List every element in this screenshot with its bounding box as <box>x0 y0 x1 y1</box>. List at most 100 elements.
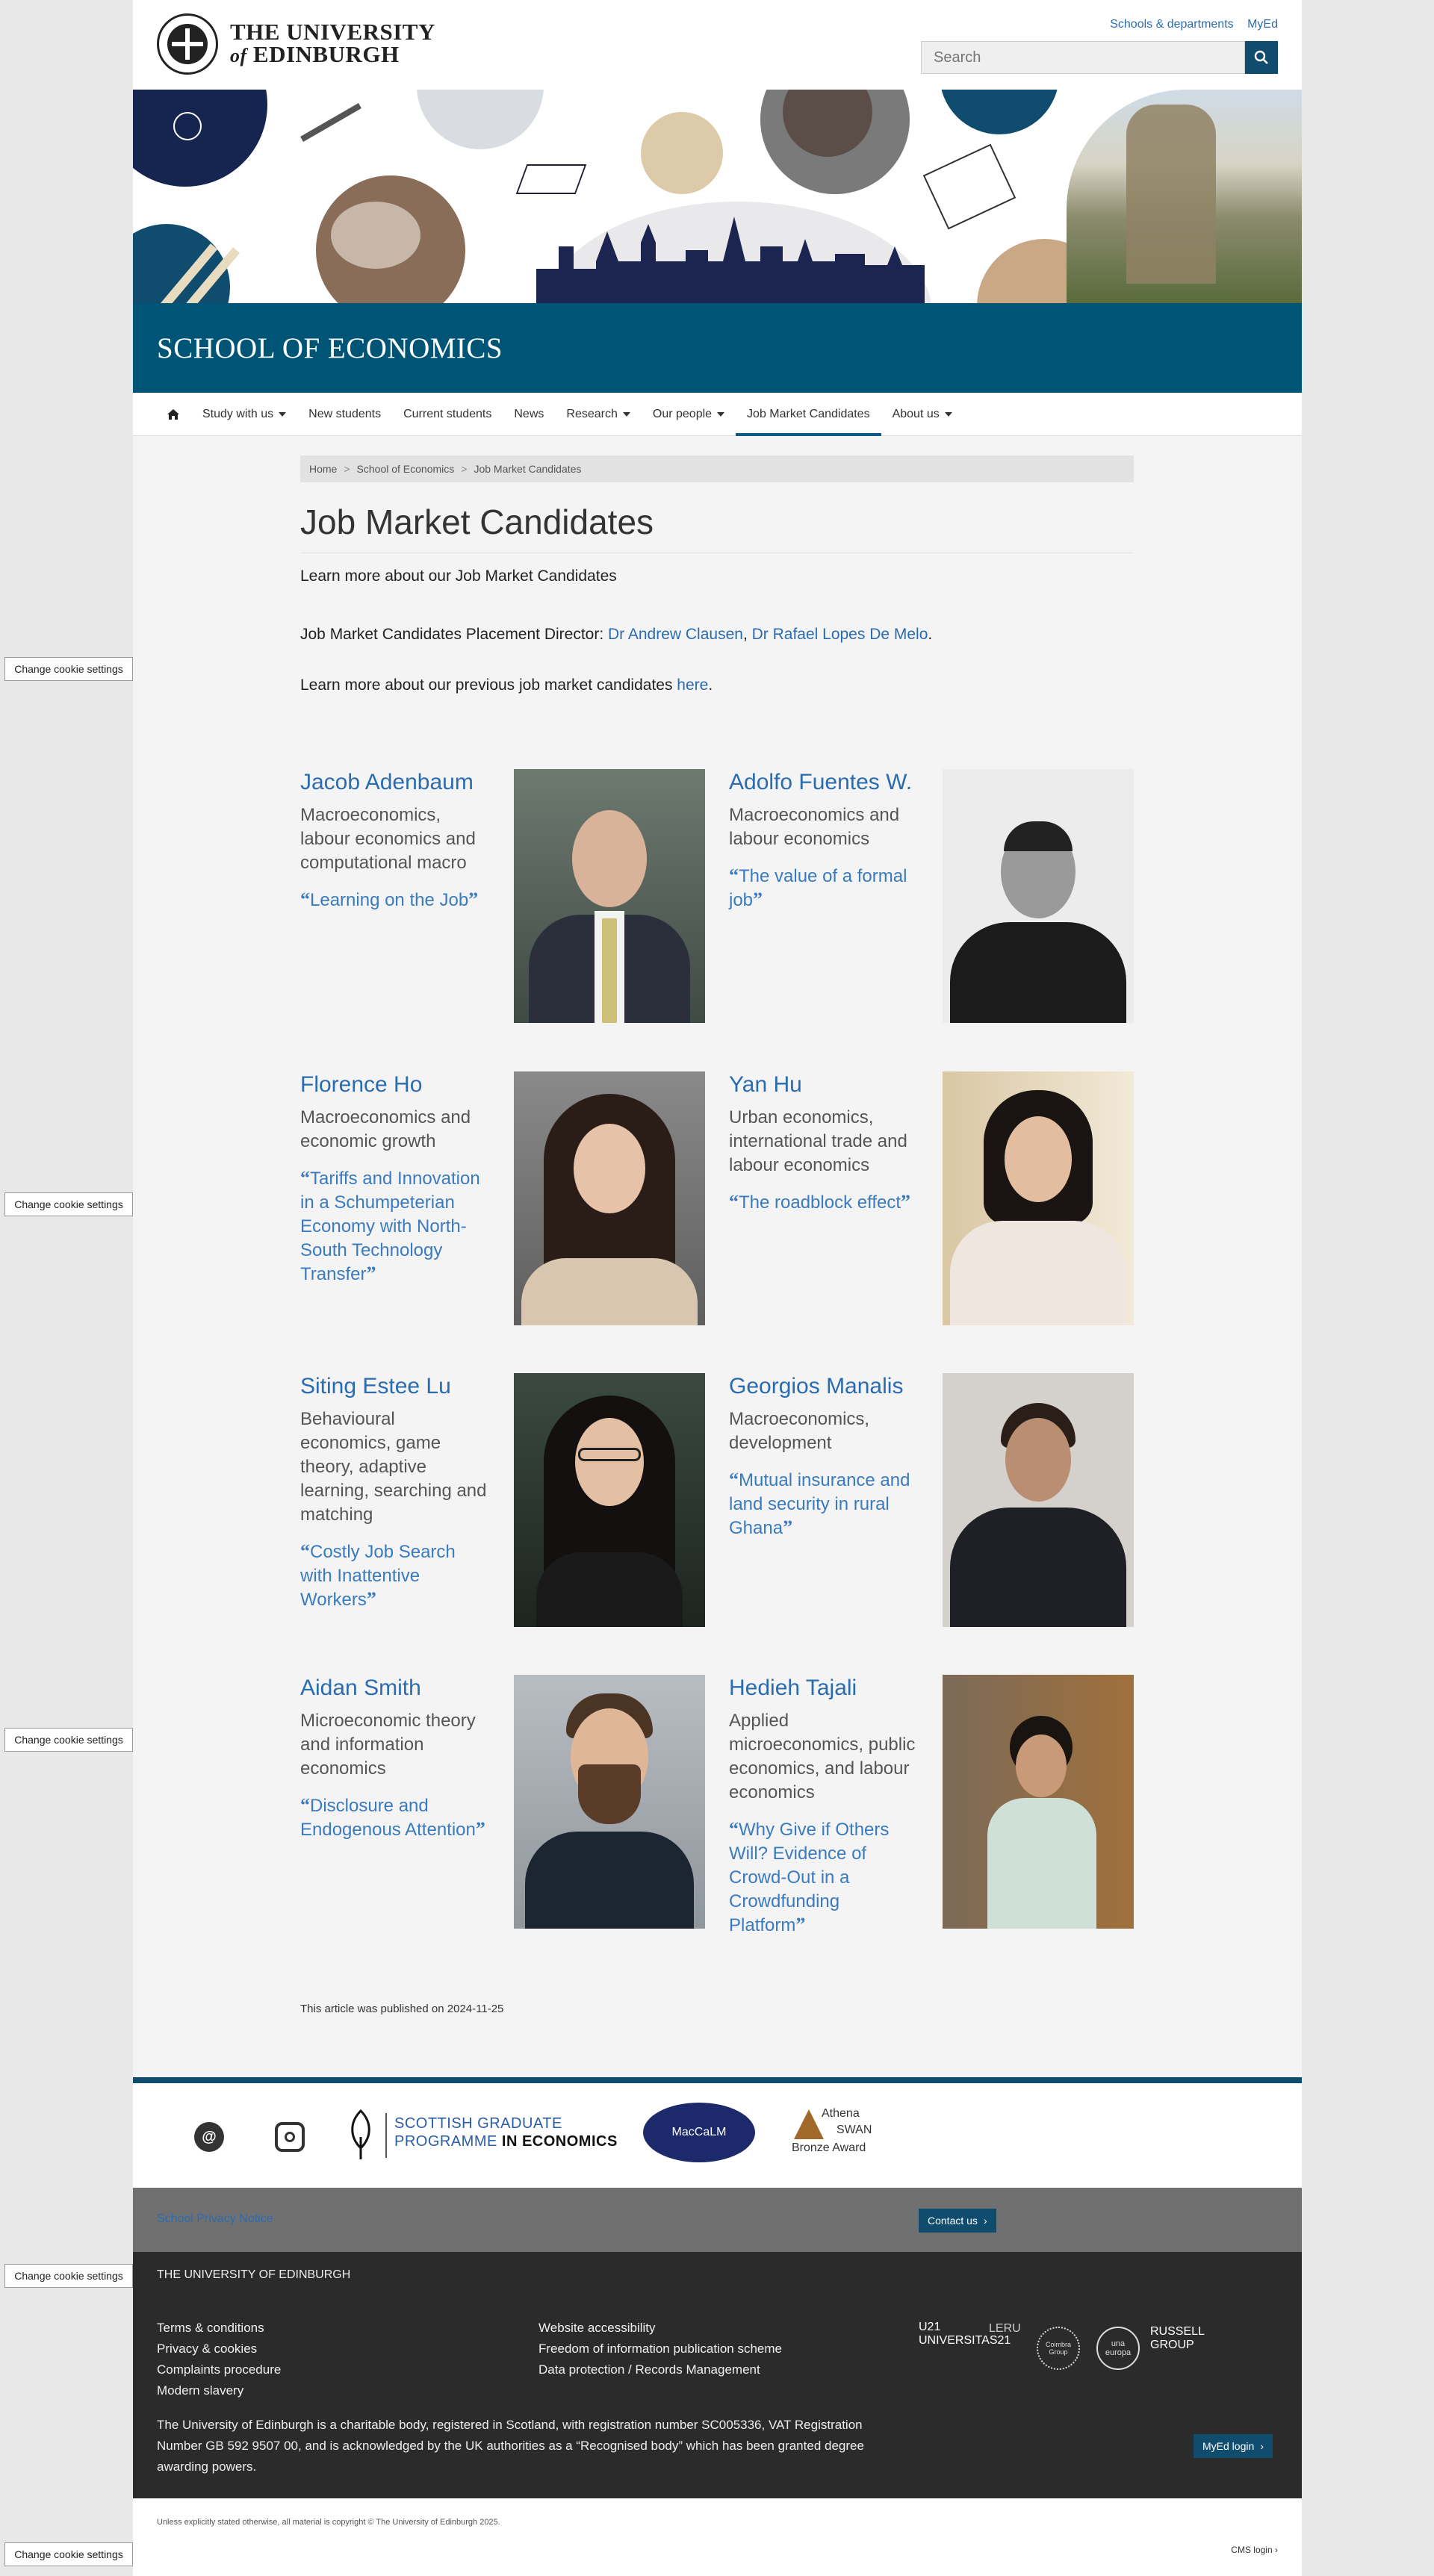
candidate-name[interactable]: Jacob Adenbaum <box>300 770 474 794</box>
candidate-name[interactable]: Aidan Smith <box>300 1676 421 1700</box>
myed-login-button[interactable]: MyEd login › <box>1194 2434 1273 2458</box>
previous-candidates-link[interactable]: here <box>677 676 708 694</box>
search-button[interactable] <box>1245 41 1278 74</box>
paper-title-link[interactable]: “The roadblock effect” <box>729 1191 916 1215</box>
una-europa-logo[interactable]: una europa <box>1096 2327 1140 2370</box>
myed-link[interactable]: MyEd <box>1247 18 1278 31</box>
breadcrumb-current: Job Market Candidates <box>474 463 582 475</box>
paper-title-link[interactable]: “Mutual insurance and land security in r… <box>729 1469 916 1540</box>
nav-about-us[interactable]: About us <box>881 393 963 436</box>
candidate-photo[interactable] <box>943 1373 1134 1627</box>
accessibility-link[interactable]: Website accessibility <box>538 2318 782 2339</box>
footer-links-col2: Website accessibility Freedom of informa… <box>538 2318 782 2380</box>
candidate-name[interactable]: Yan Hu <box>729 1072 802 1097</box>
candidate-photo[interactable] <box>943 1071 1134 1325</box>
search-form <box>921 41 1278 74</box>
nav-new-students[interactable]: New students <box>297 393 392 436</box>
candidate-name[interactable]: Georgios Manalis <box>729 1374 903 1399</box>
school-privacy-notice-link[interactable]: School Privacy Notice <box>157 2212 273 2226</box>
athena-swan-logo[interactable]: Athena SWAN Bronze Award <box>790 2106 895 2165</box>
nav-our-people[interactable]: Our people <box>642 393 736 436</box>
cookie-settings-button[interactable]: Change cookie settings <box>4 1728 133 1752</box>
instagram-icon[interactable] <box>275 2122 305 2152</box>
cookie-settings-button[interactable]: Change cookie settings <box>4 657 133 681</box>
paper-title-link[interactable]: “The value of a formal job” <box>729 865 916 912</box>
site-header: THE UNIVERSITY of EDINBURGH Schools & de… <box>133 0 1302 90</box>
close-quote-icon: ” <box>753 889 763 910</box>
candidate-field: Macroeconomics, labour economics and com… <box>300 805 476 873</box>
open-quote-icon: “ <box>729 1191 739 1213</box>
contact-us-button[interactable]: Contact us › <box>919 2209 996 2233</box>
home-nav-link[interactable] <box>155 393 191 436</box>
school-title[interactable]: SCHOOL OF ECONOMICS <box>157 332 503 365</box>
cookie-settings-button[interactable]: Change cookie settings <box>4 1192 133 1216</box>
chevron-right-icon: › <box>1260 2440 1264 2452</box>
chevron-right-icon: › <box>983 2215 987 2227</box>
director-link[interactable]: Dr Rafael Lopes De Melo <box>752 626 928 643</box>
coimbra-group-logo[interactable]: Coimbra Group <box>1037 2327 1080 2370</box>
caret-down-icon <box>279 411 287 417</box>
candidate-name[interactable]: Siting Estee Lu <box>300 1374 451 1399</box>
paper-title-link[interactable]: “Disclosure and Endogenous Attention” <box>300 1794 487 1842</box>
open-quote-icon: “ <box>300 1540 310 1562</box>
cookie-settings-button[interactable]: Change cookie settings <box>4 2264 133 2288</box>
director-link[interactable]: Dr Andrew Clausen <box>608 626 743 643</box>
privacy-cookies-link[interactable]: Privacy & cookies <box>157 2339 281 2359</box>
nav-study-with-us[interactable]: Study with us <box>191 393 297 436</box>
modern-slavery-link[interactable]: Modern slavery <box>157 2380 281 2401</box>
candidate-card: Siting Estee Lu Behavioural economics, g… <box>300 1373 717 1627</box>
banner-illustration <box>133 90 1302 303</box>
footer-university-name: THE UNIVERSITY OF EDINBURGH <box>157 2268 351 2281</box>
sgpe-logo[interactable]: SCOTTISH GRADUATE PROGRAMME IN ECONOMICS <box>342 2107 618 2161</box>
university-crest-logo[interactable] <box>157 13 218 75</box>
school-footer: School Privacy Notice Contact us › <box>133 2188 1302 2252</box>
paper-title-link[interactable]: “Tariffs and Innovation in a Schumpeteri… <box>300 1167 487 1287</box>
breadcrumb-home[interactable]: Home <box>309 463 337 475</box>
paper-title-link[interactable]: “Why Give if Others Will? Evidence of Cr… <box>729 1818 916 1938</box>
close-quote-icon: ” <box>366 1588 376 1610</box>
chevron-right-icon: › <box>1275 2545 1278 2555</box>
paper-title-link[interactable]: “Costly Job Search with Inattentive Work… <box>300 1540 487 1612</box>
open-quote-icon: “ <box>300 1794 310 1816</box>
schools-departments-link[interactable]: Schools & departments <box>1110 18 1233 31</box>
terms-link[interactable]: Terms & conditions <box>157 2318 281 2339</box>
breadcrumb-school[interactable]: School of Economics <box>357 463 455 475</box>
candidate-photo[interactable] <box>514 1071 705 1325</box>
nav-news[interactable]: News <box>503 393 555 436</box>
university-wordmark[interactable]: THE UNIVERSITY of EDINBURGH <box>230 20 435 67</box>
previous-candidates-text: Learn more about our previous job market… <box>300 676 713 694</box>
candidate-name[interactable]: Florence Ho <box>300 1072 422 1097</box>
open-quote-icon: “ <box>729 865 739 886</box>
nav-current-students[interactable]: Current students <box>392 393 503 436</box>
open-quote-icon: “ <box>729 1469 739 1490</box>
candidate-photo[interactable] <box>943 1675 1134 1929</box>
nav-job-market-candidates[interactable]: Job Market Candidates <box>736 393 881 436</box>
edinburgh-skyline <box>536 217 925 303</box>
candidate-photo[interactable] <box>514 1675 705 1929</box>
search-input[interactable] <box>921 41 1245 74</box>
candidate-photo[interactable] <box>943 769 1134 1023</box>
paper-title-link[interactable]: “Learning on the Job” <box>300 889 487 912</box>
candidate-photo[interactable] <box>514 769 705 1023</box>
leru-logo[interactable]: LERU <box>989 2322 1021 2336</box>
cms-login-link[interactable]: CMS login › <box>1231 2545 1278 2555</box>
school-title-bar: SCHOOL OF ECONOMICS <box>133 303 1302 393</box>
maccalm-logo[interactable]: MacCaLM <box>643 2103 755 2162</box>
email-icon[interactable]: @ <box>194 2122 224 2152</box>
university-footer: THE UNIVERSITY OF EDINBURGH Terms & cond… <box>133 2252 1302 2498</box>
home-icon <box>167 408 179 420</box>
candidate-card: Hedieh Tajali Applied microeconomics, pu… <box>729 1675 1146 1935</box>
candidate-photo[interactable] <box>514 1373 705 1627</box>
cookie-settings-button[interactable]: Change cookie settings <box>4 2542 133 2566</box>
nav-research[interactable]: Research <box>555 393 641 436</box>
foi-link[interactable]: Freedom of information publication schem… <box>538 2339 782 2359</box>
placement-directors: Job Market Candidates Placement Director… <box>300 626 933 643</box>
russell-group-logo[interactable]: RUSSELL GROUP <box>1150 2325 1205 2352</box>
caret-down-icon <box>944 411 952 417</box>
published-date: This article was published on 2024-11-25 <box>300 2003 504 2015</box>
data-protection-link[interactable]: Data protection / Records Management <box>538 2359 782 2380</box>
page: THE UNIVERSITY of EDINBURGH Schools & de… <box>133 0 1302 2576</box>
candidate-name[interactable]: Hedieh Tajali <box>729 1676 857 1700</box>
candidate-name[interactable]: Adolfo Fuentes W. <box>729 770 912 794</box>
complaints-link[interactable]: Complaints procedure <box>157 2359 281 2380</box>
